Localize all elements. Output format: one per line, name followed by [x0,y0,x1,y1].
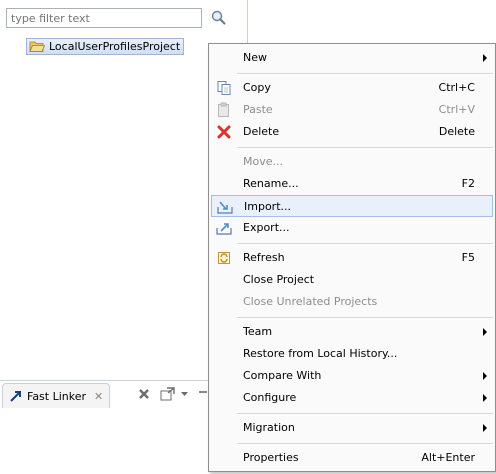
menu-item-export[interactable]: Export... [211,217,493,239]
project-label: LocalUserProfilesProject [49,40,181,53]
menu-item-close-unrelated-projects[interactable]: Close Unrelated Projects [211,291,493,313]
open-folder-icon [29,41,45,52]
submenu-arrow-icon [483,372,487,380]
chevron-down-icon[interactable] [180,387,190,401]
menu-item-team[interactable]: Team [211,321,493,343]
paste-icon [218,102,229,117]
search-button[interactable] [208,8,230,28]
menu-item-copy[interactable]: Copy Ctrl+C [211,77,493,99]
close-tab-icon[interactable]: ✕ [94,390,103,403]
menu-item-properties[interactable]: Properties Alt+Enter [211,447,493,469]
tab-label: Fast Linker [27,389,87,403]
export-icon [216,223,232,235]
menu-item-close-project[interactable]: Close Project [211,269,493,291]
filter-box[interactable] [6,8,202,28]
delete-icon [217,125,231,139]
project-tree-item[interactable]: LocalUserProfilesProject [26,38,185,55]
menu-separator [237,443,493,445]
menu-item-import[interactable]: Import... [211,195,493,217]
context-menu: New Copy Ctrl+C Paste Ctrl+V Delete Dele… [208,43,496,472]
menu-separator [237,243,493,245]
submenu-arrow-icon [483,54,487,62]
menu-item-refresh[interactable]: Refresh F5 [211,247,493,269]
submenu-arrow-icon [483,424,487,432]
minimize-icon[interactable] [198,387,208,401]
menu-item-delete[interactable]: Delete Delete [211,121,493,143]
fast-linker-icon [10,391,21,402]
search-icon [211,10,226,25]
menu-item-migration[interactable]: Migration [211,417,493,439]
menu-item-compare-with[interactable]: Compare With [211,365,493,387]
copy-icon [217,81,231,95]
menu-separator [237,147,493,149]
import-icon [217,201,233,214]
refresh-icon [218,252,230,264]
menu-item-move[interactable]: Move... [211,151,493,173]
tab-fast-linker[interactable]: Fast Linker ✕ [2,383,111,408]
submenu-arrow-icon [483,394,487,402]
bottom-panel-tabbar: Fast Linker ✕ [0,380,210,409]
open-view-icon[interactable] [160,387,176,401]
menu-separator [237,317,493,319]
menu-item-paste[interactable]: Paste Ctrl+V [211,99,493,121]
menu-separator [237,73,493,75]
remove-all-icon[interactable] [137,387,151,401]
menu-separator [237,413,493,415]
submenu-arrow-icon [483,328,487,336]
menu-item-restore-local-history[interactable]: Restore from Local History... [211,343,493,365]
menu-item-rename[interactable]: Rename... F2 [211,173,493,195]
menu-item-configure[interactable]: Configure [211,387,493,409]
menu-item-new[interactable]: New [211,47,493,69]
filter-input[interactable] [7,9,197,27]
